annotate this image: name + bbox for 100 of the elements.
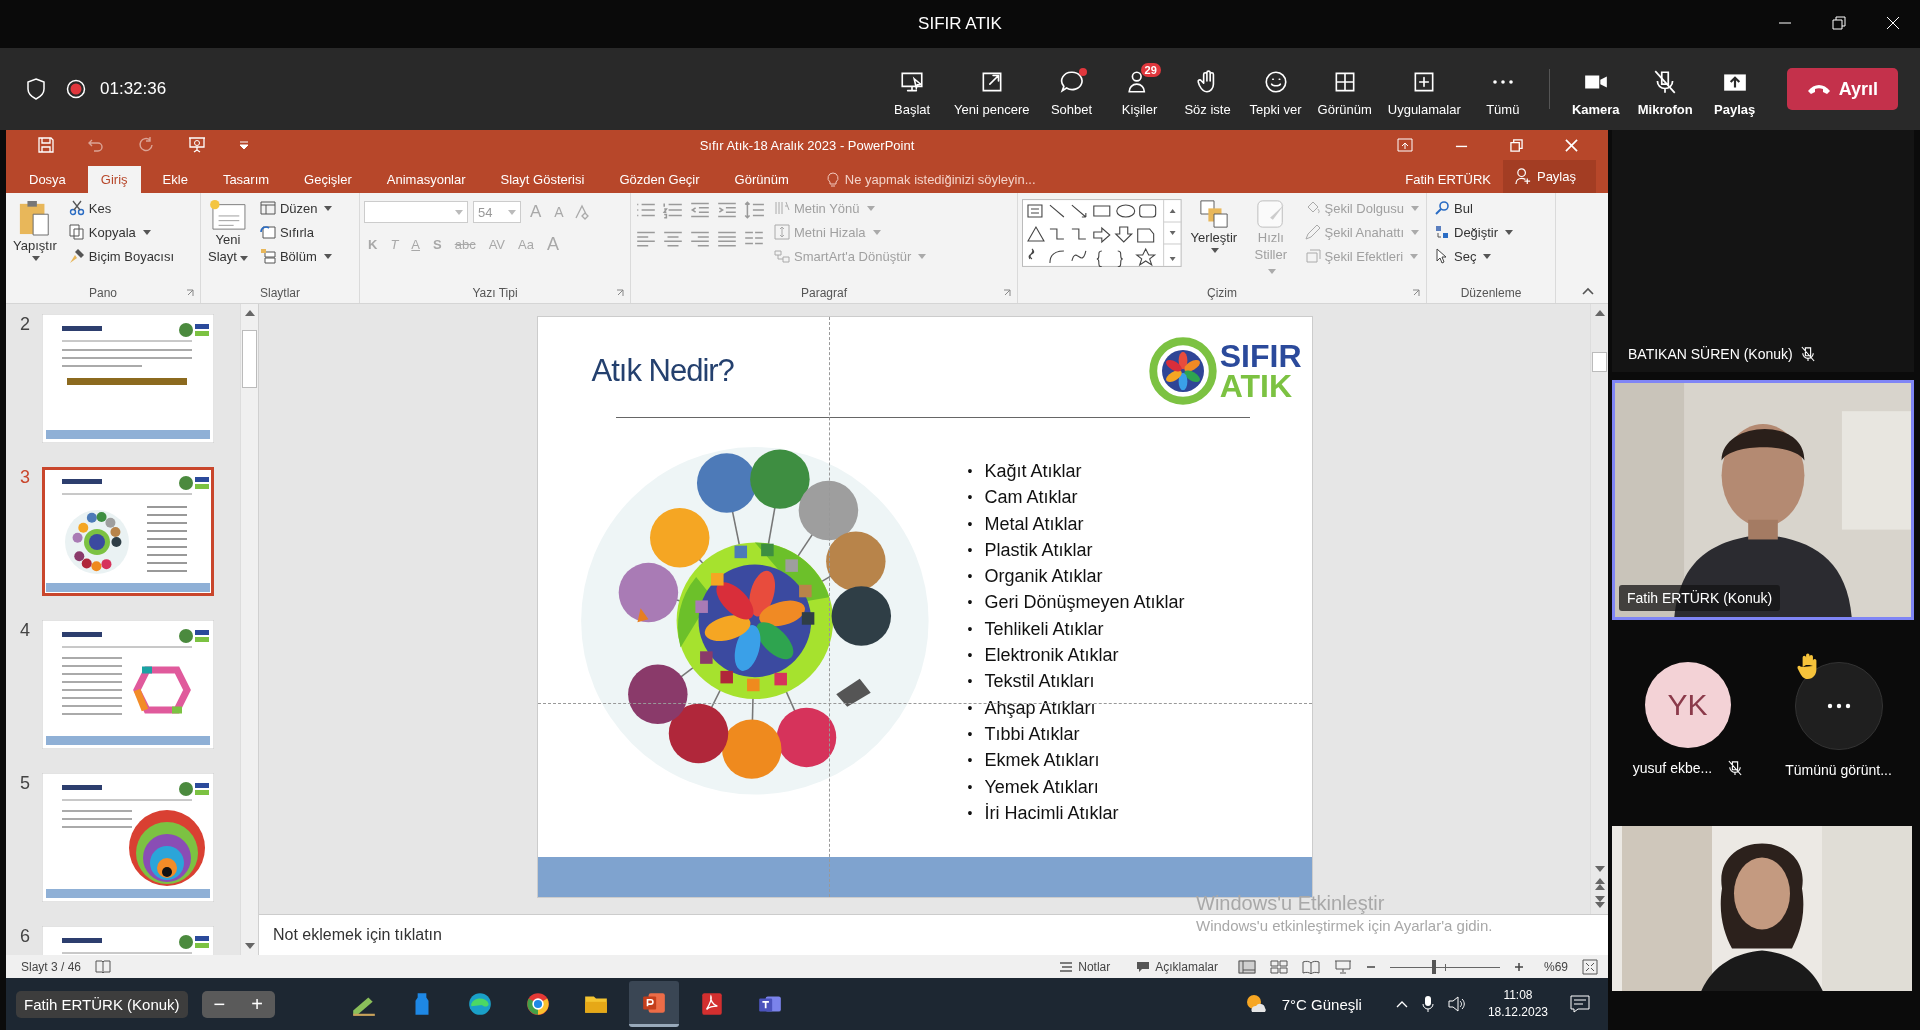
slide-thumbnail[interactable]: [42, 620, 214, 749]
scrollbar[interactable]: [1590, 304, 1608, 914]
notes-edit-icon[interactable]: [95, 958, 112, 975]
notes-placeholder[interactable]: Not eklemek için tıklatın: [273, 926, 442, 944]
dialog-launcher-icon[interactable]: [1003, 289, 1011, 297]
meeting-toolbar-button[interactable]: Yeni pencere: [946, 61, 1038, 117]
ribbon-tab[interactable]: Dosya: [16, 166, 79, 193]
weather-text[interactable]: 7°C Güneşli: [1281, 995, 1362, 1013]
presentation-icon[interactable]: [1333, 959, 1352, 974]
scroll-down-icon[interactable]: [1594, 866, 1605, 872]
meeting-toolbar-button[interactable]: Söz iste: [1173, 61, 1242, 117]
cut-button[interactable]: Kes: [65, 197, 178, 219]
zoom-out-button[interactable]: −: [207, 990, 232, 1018]
line-spacing-icon[interactable]: [743, 201, 765, 219]
ribbon-tab[interactable]: Görünüm: [721, 166, 802, 193]
meeting-toolbar-button[interactable]: Mikrofon: [1629, 61, 1701, 117]
increase-indent-icon[interactable]: [716, 201, 738, 219]
dialog-launcher-icon[interactable]: [616, 289, 624, 297]
align-center-icon[interactable]: [662, 229, 684, 247]
ribbon-tab[interactable]: Tasarım: [209, 166, 283, 193]
bullet-list-icon[interactable]: [635, 201, 657, 219]
justify-icon[interactable]: [716, 229, 738, 247]
reset-button[interactable]: Sıfırla: [256, 221, 336, 243]
meeting-toolbar-button[interactable]: Tepki ver: [1241, 61, 1310, 117]
scrollbar-thumb[interactable]: [1592, 352, 1607, 372]
ribbon-tab[interactable]: Animasyonlar: [373, 166, 479, 193]
tell-me-field[interactable]: Ne yapmak istediğinizi söyleyin...: [844, 172, 1036, 187]
meeting-toolbar-button[interactable]: Kamera: [1561, 61, 1630, 117]
slide-thumbnail[interactable]: [42, 773, 214, 902]
previous-slide-icon[interactable]: [1594, 878, 1605, 890]
decrease-indent-icon[interactable]: [689, 201, 711, 219]
save-icon[interactable]: [38, 137, 54, 153]
share-button[interactable]: Paylaş: [1502, 160, 1596, 193]
ribbon-tab[interactable]: Geçişler: [291, 166, 365, 193]
slideshow-icon[interactable]: [188, 137, 206, 153]
scroll-down-icon[interactable]: [244, 943, 255, 949]
replace-button[interactable]: Değiştir: [1431, 221, 1517, 243]
paste-button[interactable]: Yapıştır: [10, 197, 60, 263]
shapes-gallery[interactable]: [1022, 199, 1182, 267]
select-button[interactable]: Seç: [1431, 245, 1517, 267]
scroll-up-icon[interactable]: [244, 310, 255, 316]
ribbon-tab[interactable]: Ekle: [149, 166, 201, 193]
microphone-icon[interactable]: [1421, 995, 1434, 1013]
comments-button[interactable]: Açıklamalar: [1130, 958, 1224, 975]
dialog-launcher-icon[interactable]: [186, 289, 194, 297]
scrollbar[interactable]: [240, 304, 258, 955]
chevron-up-icon[interactable]: [1395, 1000, 1408, 1008]
section-button[interactable]: Bölüm: [256, 245, 336, 267]
dialog-launcher-icon[interactable]: [1412, 289, 1420, 297]
slide-sorter-icon[interactable]: [1269, 959, 1288, 974]
zoom-level[interactable]: %69: [1543, 959, 1568, 974]
font-name-field[interactable]: [364, 201, 468, 223]
avatar[interactable]: YK: [1644, 662, 1731, 748]
meeting-toolbar-button[interactable]: Başlat: [878, 61, 947, 117]
reading-view-icon[interactable]: [1301, 959, 1320, 974]
next-slide-icon[interactable]: [1594, 896, 1605, 908]
user-name[interactable]: Fatih ERTÜRK: [1405, 166, 1491, 193]
taskbar-app-button[interactable]: [629, 981, 679, 1027]
undo-icon[interactable]: [88, 137, 104, 153]
scrollbar-thumb[interactable]: [242, 330, 257, 388]
ribbon-tab[interactable]: Slayt Gösterisi: [487, 166, 598, 193]
find-button[interactable]: Bul: [1431, 197, 1517, 219]
zoom-in-button[interactable]: +: [245, 990, 269, 1018]
meeting-toolbar-button[interactable]: 29 Kişiler: [1105, 61, 1174, 117]
numbered-list-icon[interactable]: [662, 201, 684, 219]
close-icon[interactable]: [1886, 16, 1900, 30]
restore-icon[interactable]: [1510, 138, 1523, 152]
layout-button[interactable]: Düzen: [256, 197, 336, 219]
slide-thumbnail[interactable]: [42, 314, 214, 443]
leave-button[interactable]: Ayrıl: [1786, 68, 1898, 110]
restore-icon[interactable]: [1832, 16, 1846, 30]
copy-button[interactable]: Kopyala: [65, 221, 178, 243]
slide-thumbnail[interactable]: [42, 467, 214, 596]
fit-slide-icon[interactable]: [1582, 958, 1598, 975]
clock-time[interactable]: 11:08: [1503, 987, 1533, 1004]
clock-date[interactable]: 18.12.2023: [1487, 1004, 1548, 1021]
normal-view-icon[interactable]: [1237, 959, 1256, 974]
zoom-slider-thumb[interactable]: [1431, 959, 1436, 974]
ribbon-display-icon[interactable]: [1397, 138, 1413, 152]
new-slide-button[interactable]: Yeni Slayt: [205, 197, 251, 267]
format-painter-button[interactable]: Biçim Boyacısı: [65, 245, 178, 267]
speaker-icon[interactable]: [1447, 996, 1466, 1012]
video-tile[interactable]: BATIKAN SÜREN (Konuk): [1612, 130, 1914, 372]
scroll-up-icon[interactable]: [1594, 310, 1605, 316]
meeting-toolbar-button[interactable]: Sohbet: [1037, 61, 1106, 117]
notification-icon[interactable]: [1570, 995, 1590, 1013]
redo-icon[interactable]: [138, 137, 154, 153]
customize-icon[interactable]: [240, 141, 248, 149]
collapse-ribbon-icon[interactable]: [1582, 287, 1594, 295]
align-right-icon[interactable]: [689, 229, 711, 247]
video-tile[interactable]: Fatih ERTÜRK (Konuk): [1612, 380, 1914, 620]
arrange-button[interactable]: Yerleştir: [1187, 197, 1241, 255]
columns-icon[interactable]: [743, 229, 765, 247]
ribbon-tab[interactable]: Giriş: [87, 166, 141, 193]
notes-button[interactable]: Notlar: [1053, 958, 1117, 975]
meeting-toolbar-button[interactable]: Uygulamalar: [1379, 61, 1469, 117]
meeting-toolbar-button[interactable]: Paylaş: [1700, 61, 1769, 117]
ribbon-tab[interactable]: Gözden Geçir: [606, 166, 713, 193]
meeting-toolbar-button[interactable]: Tümü: [1468, 61, 1537, 117]
zoom-in-icon[interactable]: [1513, 961, 1524, 972]
